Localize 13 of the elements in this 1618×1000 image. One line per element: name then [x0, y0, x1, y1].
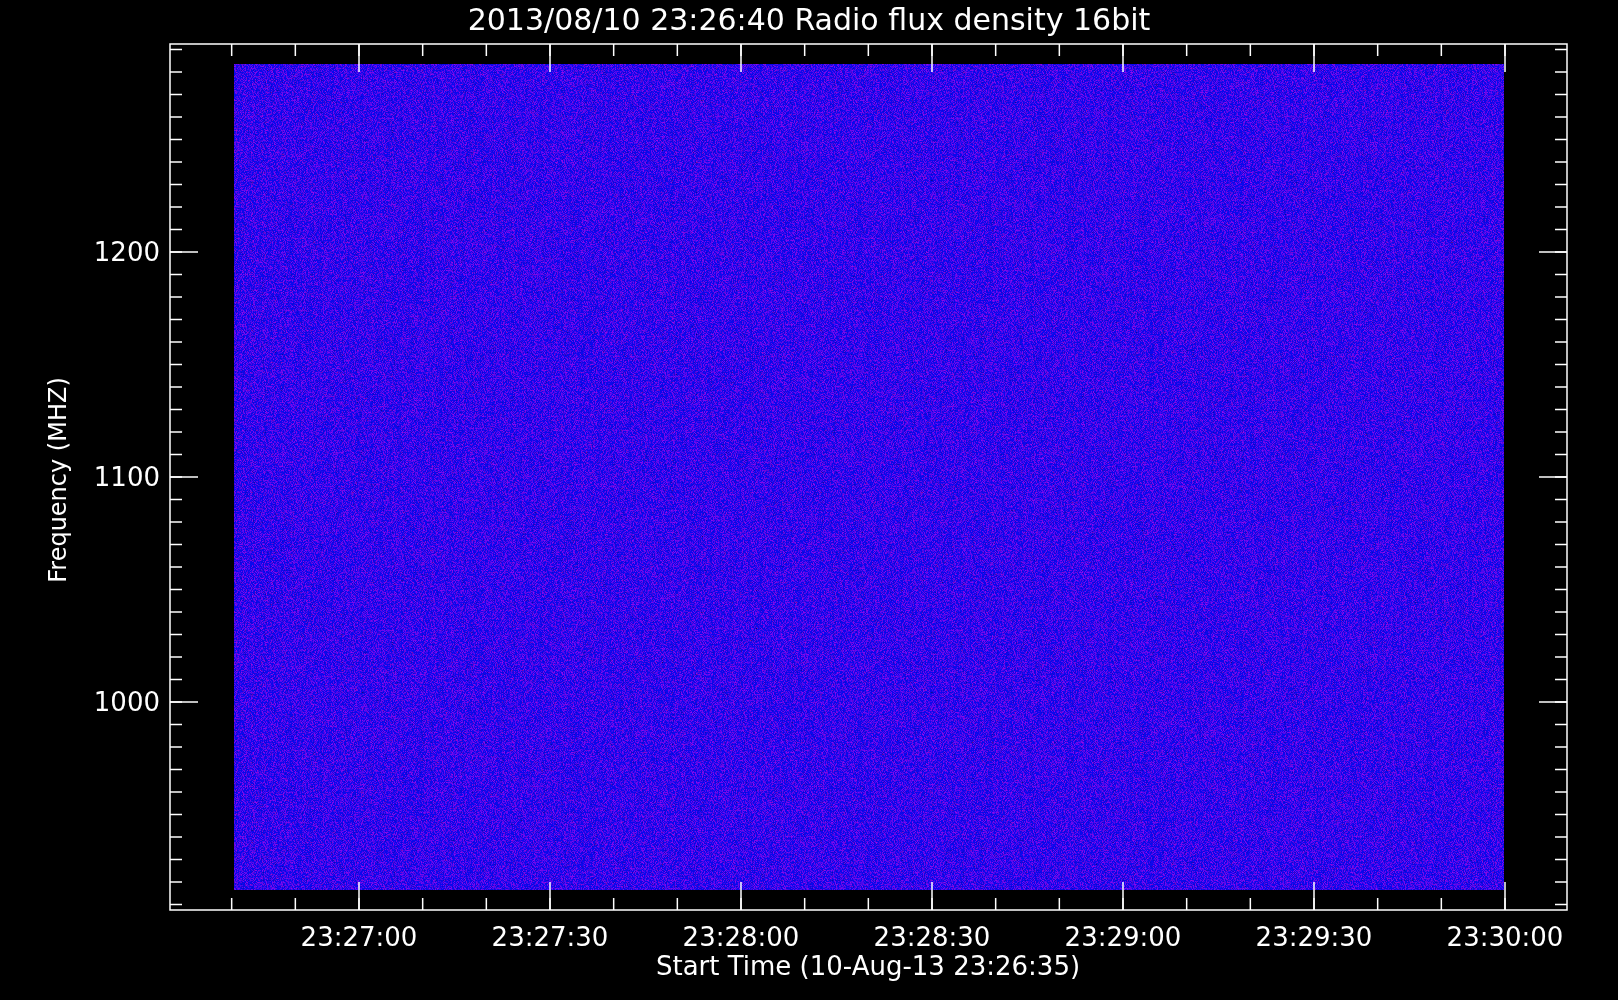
tick-label: 1000	[93, 687, 160, 717]
tick-label: 1100	[93, 462, 160, 492]
tick-label: 23:28:00	[682, 922, 800, 952]
axis-label: Start Time (10-Aug-13 23:26:35)	[655, 951, 1081, 981]
axis-label: Frequency (MHZ)	[44, 377, 72, 583]
tick-label: 23:28:30	[873, 922, 991, 952]
tick-label: 23:29:30	[1255, 922, 1373, 952]
tick-label: 23:29:00	[1064, 922, 1182, 952]
tick-label: 23:27:30	[491, 922, 609, 952]
tick-label: 23:27:00	[300, 922, 418, 952]
tick-label: 23:30:00	[1446, 922, 1564, 952]
plot-title: 2013/08/10 23:26:40 Radio flux density 16bit	[467, 2, 1151, 37]
tick-label: 1200	[93, 237, 160, 267]
